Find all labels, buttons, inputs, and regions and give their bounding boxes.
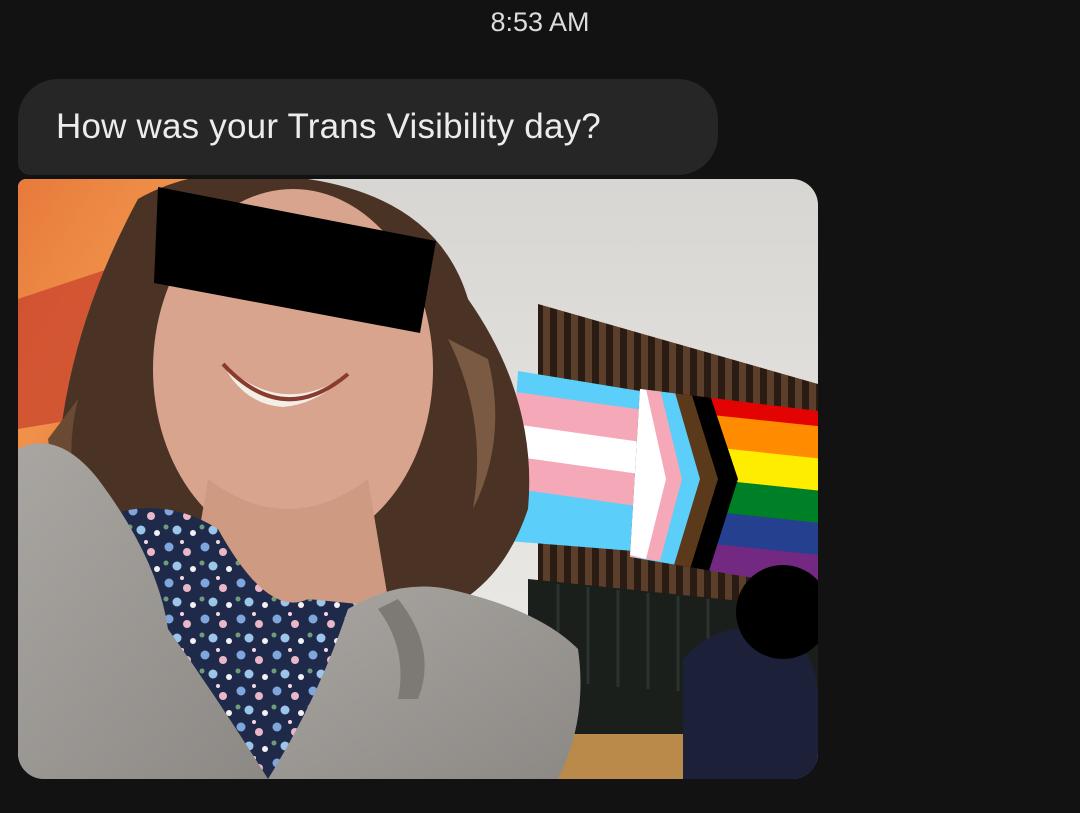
conversation-screen: 8:53 AM How was your Trans Visibility da… bbox=[0, 0, 1080, 813]
message-text: How was your Trans Visibility day? bbox=[56, 107, 601, 146]
message-timestamp: 8:53 AM bbox=[490, 7, 590, 37]
selfie-photo bbox=[18, 179, 818, 779]
incoming-message-bubble[interactable]: How was your Trans Visibility day? bbox=[18, 79, 718, 175]
image-attachment[interactable] bbox=[18, 179, 818, 779]
